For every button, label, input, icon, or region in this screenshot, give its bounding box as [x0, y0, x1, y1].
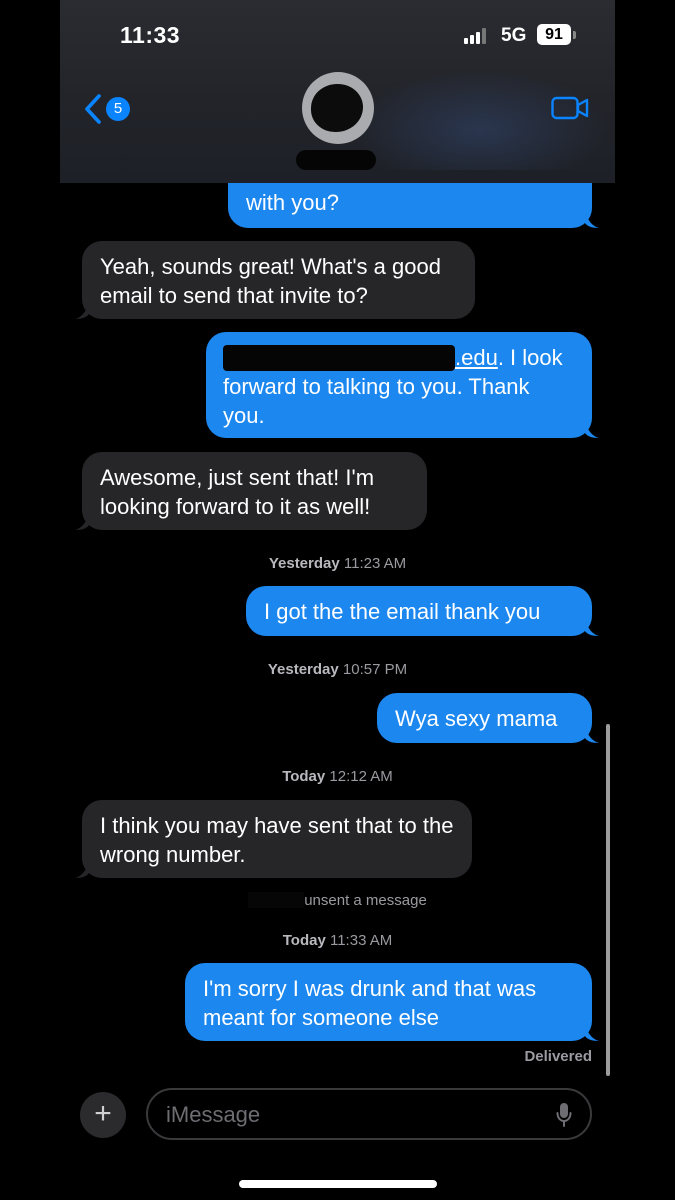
- plus-icon[interactable]: +: [80, 1092, 126, 1138]
- timestamp: Today 11:33 AM: [0, 932, 675, 949]
- message-text: I think you may have sent that to the wr…: [100, 813, 454, 867]
- back-button[interactable]: 5: [82, 92, 136, 126]
- bubble-tail: [585, 618, 599, 636]
- message-text: Wya sexy mama: [395, 706, 558, 731]
- message-text: I got the the email thank you: [264, 599, 541, 624]
- unsent-notice: unsent a message: [0, 892, 675, 909]
- home-indicator[interactable]: [239, 1180, 437, 1188]
- battery-icon: 91: [537, 24, 571, 45]
- timestamp-day: Yesterday: [267, 661, 339, 678]
- back-chevron-icon: [85, 94, 101, 124]
- timestamp-day: Yesterday: [268, 555, 340, 572]
- bubble-tail: [75, 301, 89, 319]
- timestamp-day: Today: [282, 768, 326, 785]
- email-link[interactable]: .edu: [455, 345, 498, 370]
- timestamp-day: Today: [282, 932, 326, 949]
- incoming-message[interactable]: I think you may have sent that to the wr…: [75, 800, 472, 878]
- outgoing-message[interactable]: I'm sorry I was drunk and that was meant…: [185, 963, 599, 1041]
- message-text: I'm sorry I was drunk and that was meant…: [203, 976, 537, 1030]
- timestamp: Yesterday 11:23 AM: [0, 555, 675, 572]
- timestamp-time: 12:12 AM: [329, 768, 393, 785]
- avatar-redaction: [311, 84, 363, 132]
- bubble-tail: [585, 210, 599, 228]
- contact-avatar[interactable]: [302, 72, 374, 144]
- incoming-message[interactable]: Awesome, just sent that! I'm looking for…: [75, 452, 427, 530]
- timestamp-time: 11:23 AM: [343, 555, 407, 572]
- bubble-tail: [585, 1023, 599, 1041]
- bubble-tail: [585, 725, 599, 743]
- timestamp: Yesterday 10:57 PM: [0, 661, 675, 678]
- unsent-text: unsent a message: [304, 892, 427, 909]
- header-glow: [350, 70, 610, 183]
- outgoing-message[interactable]: I got the the email thank you: [246, 586, 599, 636]
- contact-name-redaction[interactable]: [296, 150, 376, 170]
- bubble-tail: [585, 420, 599, 438]
- signal-strength-icon: [464, 28, 486, 44]
- video-camera-icon[interactable]: [551, 96, 589, 120]
- timestamp-time: 10:57 PM: [342, 661, 408, 678]
- timestamp-time: 11:33 AM: [329, 932, 393, 949]
- header-edge: [60, 170, 615, 183]
- scrollbar[interactable]: [606, 724, 610, 1076]
- battery-tip: [573, 31, 576, 39]
- microphone-icon[interactable]: [556, 1102, 572, 1128]
- network-type: 5G: [501, 25, 527, 46]
- unread-badge: 5: [106, 97, 130, 121]
- message-input[interactable]: iMessage: [146, 1088, 592, 1140]
- conversation-header: 11:33 5G 91 5: [60, 0, 615, 183]
- bubble-tail: [75, 860, 89, 878]
- outgoing-message[interactable]: .edu. I look forward to talking to you. …: [206, 332, 599, 438]
- message-input-placeholder: iMessage: [166, 1102, 261, 1127]
- delivery-status: Delivered: [524, 1048, 592, 1065]
- outgoing-message[interactable]: Wya sexy mama: [377, 693, 599, 743]
- bubble-tail: [75, 512, 89, 530]
- sender-redaction: [248, 892, 305, 908]
- message-text: with you?: [246, 190, 339, 215]
- message-text: Yeah, sounds great! What's a good email …: [100, 254, 441, 308]
- message-text: Awesome, just sent that! I'm looking for…: [100, 465, 375, 519]
- email-redaction: [223, 345, 455, 371]
- status-time: 11:33: [120, 22, 181, 48]
- incoming-message[interactable]: Yeah, sounds great! What's a good email …: [75, 241, 475, 319]
- timestamp: Today 12:12 AM: [0, 768, 675, 785]
